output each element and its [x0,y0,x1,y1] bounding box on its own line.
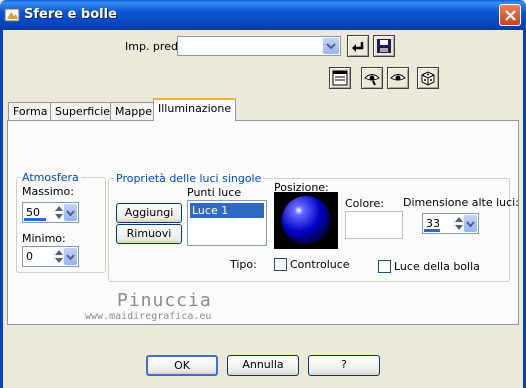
min-stepper[interactable]: 0 [22,246,79,267]
watermark-name: Pinuccia [117,290,212,311]
dice-icon [421,71,435,86]
window-title: Sfere e bolle [24,7,117,22]
bubble-light-label: Luce della bolla [394,260,480,273]
preview-window-icon [332,70,348,86]
chevron-down-icon[interactable] [464,215,477,232]
tab-label: Illuminazione [158,102,232,115]
reset-preset-button[interactable] [347,35,369,57]
backlight-label: Controluce [290,258,350,271]
light-properties-legend: Proprietà delle luci singole [114,172,264,185]
preview-toggle-button[interactable] [329,67,351,89]
highlight-size-bar [424,229,440,232]
tab-label: Superficie [55,105,111,118]
light-points-list[interactable]: Luce 1 [187,200,267,246]
sphere-preview-icon [282,196,330,244]
min-label: Minimo: [22,232,66,245]
tab-illuminazione[interactable]: Illuminazione [153,98,237,121]
backlight-checkbox[interactable] [274,258,287,271]
randomize-button[interactable] [417,67,439,89]
eye-icon [390,74,406,81]
close-button[interactable] [499,4,521,26]
chevron-down-icon[interactable] [323,38,339,54]
app-icon [4,7,20,23]
max-label: Massimo: [22,185,74,198]
tab-label: Forma [13,105,48,118]
auto-proof-button[interactable] [387,67,409,89]
proof-button[interactable] [361,67,383,89]
light-position-sphere[interactable] [274,192,338,249]
floppy-disk-icon [377,39,391,53]
ok-button[interactable]: OK [146,355,218,376]
list-item[interactable]: Luce 1 [190,203,264,218]
bubble-light-checkbox[interactable] [378,260,391,273]
atmosphere-legend: Atmosfera [20,171,81,184]
tab-forma[interactable]: Forma [8,102,53,120]
min-value: 0 [26,250,33,263]
max-stepper[interactable]: 50 [22,202,79,223]
light-points-label: Punti luce [187,186,242,199]
tab-label: Mappe [115,105,152,118]
remove-light-button[interactable]: Rimuovi [116,224,182,244]
chevron-down-icon[interactable] [64,248,77,265]
close-icon [505,10,516,21]
color-label: Colore: [345,197,384,210]
tab-mappe[interactable]: Mappe [110,102,157,120]
cancel-button[interactable]: Annulla [227,355,299,376]
preset-select[interactable] [177,36,341,56]
eye-icon [364,74,380,86]
undo-arrow-icon [352,42,364,52]
type-label: Tipo: [230,258,257,271]
highlight-size-stepper[interactable]: 33 [422,213,479,234]
chevron-down-icon[interactable] [64,204,77,221]
tab-superficie[interactable]: Superficie [50,102,116,120]
save-preset-button[interactable] [373,35,395,57]
window-frame-left [0,30,3,388]
add-light-button[interactable]: Aggiungi [116,203,182,223]
help-button[interactable]: ? [308,355,380,376]
max-level-bar [24,218,46,221]
watermark-url: www.maidiregrafica.eu [85,311,212,322]
light-color-swatch[interactable] [345,211,403,239]
highlight-size-label: Dimensione alte luci: [403,196,519,209]
